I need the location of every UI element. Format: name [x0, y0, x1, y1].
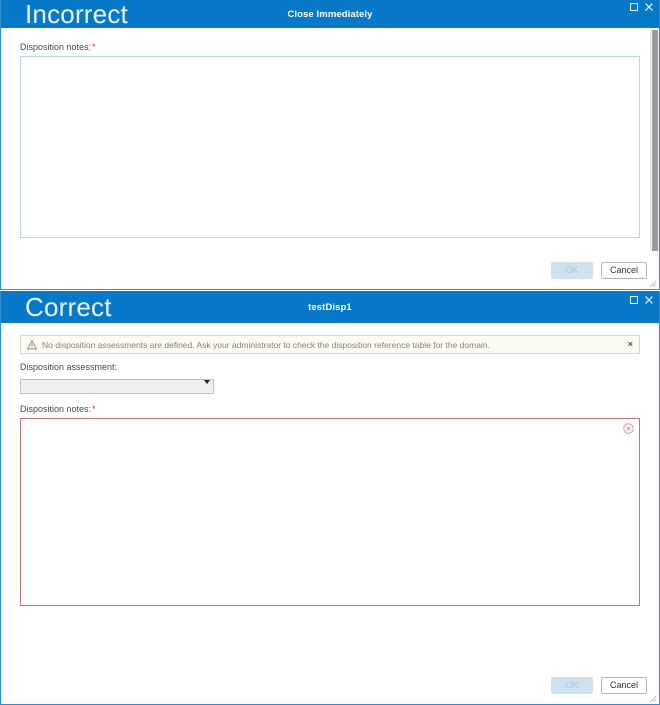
window-controls-incorrect	[630, 3, 653, 11]
dialog-footer-correct: OK Cancel	[1, 666, 659, 704]
scrollbar-thumb[interactable]	[652, 30, 658, 260]
dialog-body-correct: No disposition assessments are defined. …	[1, 323, 659, 666]
warning-message: No disposition assessments are defined. …	[42, 339, 490, 350]
screenshot-root: Incorrect Close Immediately Disposition …	[0, 0, 660, 705]
notes-label-text: Disposition notes:	[20, 404, 92, 414]
notes-label-incorrect: Disposition notes:*	[20, 42, 640, 53]
resize-grip-icon[interactable]	[648, 694, 657, 703]
close-icon[interactable]	[645, 3, 653, 11]
error-circle-icon	[623, 423, 634, 434]
disposition-notes-textarea[interactable]	[20, 56, 640, 238]
vertical-scrollbar[interactable]	[650, 28, 659, 260]
window-controls-correct	[630, 296, 653, 304]
notes-field-wrap	[20, 418, 640, 606]
ok-button[interactable]: OK	[550, 676, 593, 694]
dialog-correct: Correct testDisp1 No disposition assessm…	[0, 291, 660, 705]
required-asterisk: *	[92, 42, 96, 52]
dialog-footer-incorrect: OK Cancel	[1, 251, 659, 289]
annotation-label-incorrect: Incorrect	[25, 0, 128, 29]
warning-banner: No disposition assessments are defined. …	[20, 335, 640, 354]
resize-grip-icon[interactable]	[648, 279, 657, 288]
assessment-label-text: Disposition assessment:	[20, 362, 118, 372]
assessment-label: Disposition assessment:	[20, 362, 640, 373]
cancel-button[interactable]: Cancel	[600, 676, 647, 694]
notes-label-correct: Disposition notes:*	[20, 404, 640, 415]
maximize-icon[interactable]	[630, 3, 638, 11]
warning-dismiss-icon[interactable]: ×	[622, 340, 633, 349]
close-icon[interactable]	[645, 296, 653, 304]
ok-button[interactable]: OK	[550, 261, 593, 279]
disposition-assessment-select-wrap	[20, 376, 214, 394]
dialog-incorrect: Incorrect Close Immediately Disposition …	[0, 0, 660, 290]
titlebar-incorrect[interactable]: Incorrect Close Immediately	[1, 0, 659, 28]
disposition-assessment-select[interactable]	[20, 378, 214, 394]
cancel-button[interactable]: Cancel	[600, 261, 647, 279]
dialog-title-correct: testDisp1	[308, 301, 352, 313]
required-asterisk: *	[92, 404, 96, 414]
maximize-icon[interactable]	[630, 296, 638, 304]
dialog-title-incorrect: Close Immediately	[287, 8, 373, 20]
titlebar-correct[interactable]: Correct testDisp1	[1, 291, 659, 323]
notes-label-text: Disposition notes:	[20, 42, 92, 52]
dialog-body-incorrect: Disposition notes:*	[1, 28, 659, 260]
warning-triangle-icon	[27, 339, 37, 350]
annotation-label-correct: Correct	[25, 292, 112, 322]
disposition-notes-textarea[interactable]	[20, 418, 640, 606]
